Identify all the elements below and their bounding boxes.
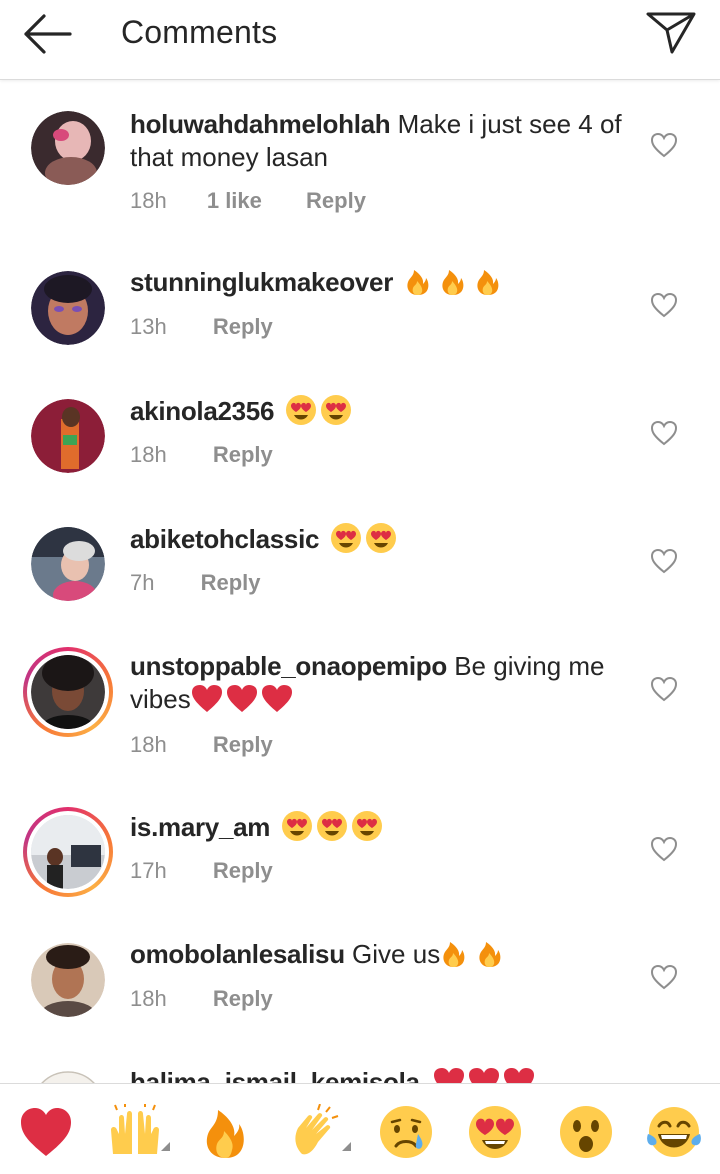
comment-item: halima_ismail_kemisola <box>0 1050 720 1083</box>
heart-eyes-emoji-icon <box>277 811 385 842</box>
avatar[interactable] <box>31 527 105 601</box>
reply-button[interactable]: Reply <box>213 314 273 339</box>
direct-send-icon[interactable] <box>644 8 698 56</box>
tears-of-joy-face-icon[interactable] <box>646 1104 702 1160</box>
like-heart-icon[interactable] <box>650 132 678 158</box>
heart-eyes-emoji-icon <box>326 523 400 554</box>
comment-time: 18h <box>130 986 167 1011</box>
heart-eyes-emoji-icon <box>281 395 355 426</box>
comment-item: abiketohclassic 7h Reply <box>0 506 720 634</box>
like-count[interactable]: 1 like <box>207 188 262 213</box>
clapping-hands-icon[interactable] <box>288 1103 351 1160</box>
avatar[interactable] <box>31 1071 105 1083</box>
comment-time: 18h <box>130 732 167 757</box>
crying-face-icon[interactable] <box>378 1104 434 1160</box>
comment-username[interactable]: abiketohclassic <box>130 524 319 554</box>
comment-item: stunninglukmakeover 13h Reply <box>0 250 720 378</box>
page-title: Comments <box>121 14 278 50</box>
like-heart-icon[interactable] <box>650 548 678 574</box>
comment-username[interactable]: stunninglukmakeover <box>130 267 393 297</box>
comment-item: unstoppable_onaopemipo Be giving me vibe… <box>0 634 720 794</box>
top-bar: Comments <box>0 0 720 80</box>
heart-eyes-face-icon[interactable] <box>467 1104 523 1160</box>
comment-list[interactable]: holuwahdahmelohlah Make i just see 4 of … <box>0 80 720 1083</box>
red-heart-emoji-icon <box>191 684 293 714</box>
comment-username[interactable]: unstoppable_onaopemipo <box>130 651 447 681</box>
quick-emoji-bar <box>0 1083 720 1174</box>
comment-item: is.mary_am 17h Reply <box>0 794 720 922</box>
comment-username[interactable]: holuwahdahmelohlah <box>130 109 391 139</box>
avatar-story-ring[interactable] <box>23 807 113 897</box>
avatar[interactable] <box>31 271 105 345</box>
reply-button[interactable]: Reply <box>213 732 273 757</box>
skin-tone-corner-icon <box>342 1142 351 1151</box>
comment-time: 7h <box>130 570 155 595</box>
avatar[interactable] <box>31 111 105 185</box>
comment-username[interactable]: omobolanlesalisu <box>130 939 345 969</box>
like-heart-icon[interactable] <box>650 964 678 990</box>
comment-username[interactable]: akinola2356 <box>130 396 274 426</box>
like-heart-icon[interactable] <box>650 292 678 318</box>
comment-time: 13h <box>130 314 167 339</box>
astonished-face-icon[interactable] <box>558 1104 614 1160</box>
reply-button[interactable]: Reply <box>213 858 273 883</box>
like-heart-icon[interactable] <box>650 836 678 862</box>
fire-emoji-icon <box>400 267 506 297</box>
skin-tone-corner-icon <box>161 1142 170 1151</box>
comment-time: 18h <box>130 188 167 213</box>
red-heart-emoji-icon <box>427 1067 535 1083</box>
comment-text: Give us <box>352 939 441 969</box>
reply-button[interactable]: Reply <box>201 570 261 595</box>
comment-item: holuwahdahmelohlah Make i just see 4 of … <box>0 80 720 250</box>
avatar[interactable] <box>31 399 105 473</box>
fire-emoji-icon <box>440 939 508 969</box>
comment-time: 17h <box>130 858 167 883</box>
reply-button[interactable]: Reply <box>213 442 273 467</box>
back-arrow-icon[interactable] <box>20 12 76 56</box>
comment-item: omobolanlesalisu Give us 18h Reply <box>0 922 720 1050</box>
reply-button[interactable]: Reply <box>213 986 273 1011</box>
like-heart-icon[interactable] <box>650 420 678 446</box>
avatar-story-ring[interactable] <box>23 647 113 737</box>
comment-username[interactable]: halima_ismail_kemisola <box>130 1067 420 1083</box>
red-heart-icon[interactable] <box>18 1104 74 1160</box>
fire-icon[interactable] <box>198 1104 254 1160</box>
comment-item: akinola2356 18h Reply <box>0 378 720 506</box>
comment-time: 18h <box>130 442 167 467</box>
raising-hands-icon[interactable] <box>107 1104 170 1160</box>
comment-username[interactable]: is.mary_am <box>130 812 270 842</box>
reply-button[interactable]: Reply <box>306 188 366 213</box>
avatar[interactable] <box>31 943 105 1017</box>
like-heart-icon[interactable] <box>650 676 678 702</box>
